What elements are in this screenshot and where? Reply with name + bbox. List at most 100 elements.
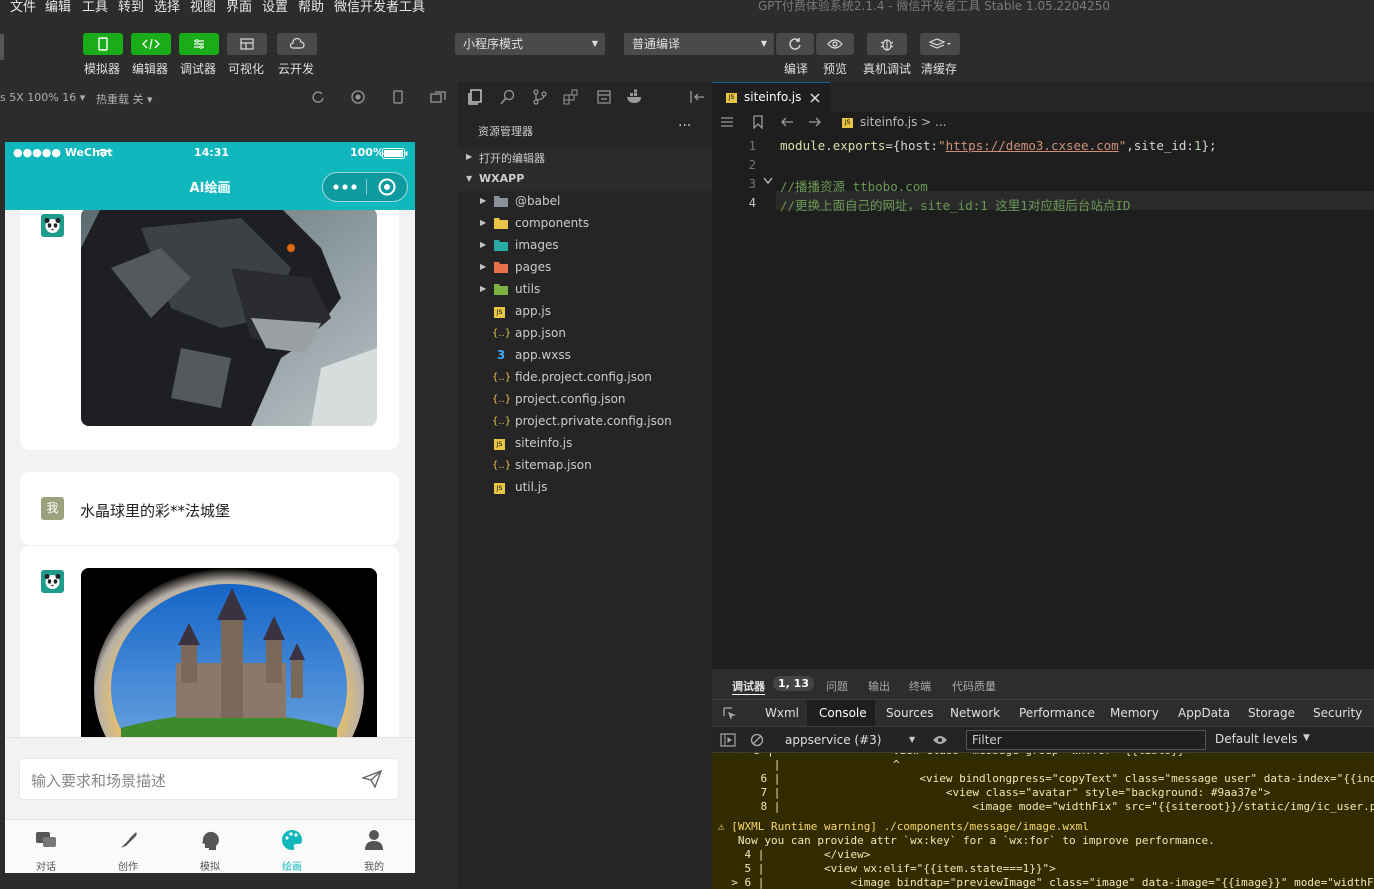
- clear-cache-button[interactable]: [920, 33, 960, 55]
- device-select[interactable]: s 5X 100% 16 ▾: [0, 91, 85, 104]
- git-icon[interactable]: [532, 89, 548, 105]
- tree-file[interactable]: 3 app.wxss: [458, 345, 712, 367]
- cloud-dev-button[interactable]: [277, 33, 317, 55]
- search-icon[interactable]: [500, 89, 516, 105]
- compile-select[interactable]: 普通编译 ▼: [624, 33, 774, 55]
- mode-select[interactable]: 小程序模式 ▼: [455, 33, 605, 55]
- tab-chat[interactable]: 对话: [5, 820, 87, 873]
- tab-debugger[interactable]: 调试器: [732, 678, 765, 695]
- tab-output[interactable]: 输出: [868, 678, 890, 694]
- rotate-icon[interactable]: [311, 90, 325, 104]
- tab-performance[interactable]: Performance: [1019, 706, 1095, 720]
- docker-icon[interactable]: [626, 89, 644, 105]
- preview-button[interactable]: [816, 33, 854, 55]
- prompt-input[interactable]: 输入要求和场景描述: [19, 758, 399, 800]
- tab-problems[interactable]: 问题: [826, 678, 848, 694]
- more-icon[interactable]: ···: [678, 118, 691, 134]
- tree-file[interactable]: JS siteinfo.js: [458, 433, 712, 455]
- tree-folder[interactable]: ▶ utils: [458, 279, 712, 301]
- generated-image[interactable]: [81, 210, 377, 426]
- clear-console-icon[interactable]: [750, 733, 764, 747]
- record-icon[interactable]: [351, 90, 365, 104]
- storage-icon[interactable]: [596, 89, 612, 105]
- tab-mine[interactable]: 我的: [333, 820, 415, 873]
- inspect-icon[interactable]: [722, 706, 738, 722]
- phone-icon[interactable]: [392, 90, 404, 104]
- tree-file[interactable]: {..} sitemap.json: [458, 455, 712, 477]
- remote-debug-button[interactable]: [867, 33, 907, 55]
- tree-folder[interactable]: ▶ components: [458, 213, 712, 235]
- tab-siteinfo-js[interactable]: JS siteinfo.js: [712, 82, 830, 112]
- tree-folder[interactable]: ▶ pages: [458, 257, 712, 279]
- filter-input[interactable]: Filter: [966, 730, 1206, 750]
- open-editors-label: 打开的编辑器: [479, 152, 545, 165]
- bookmark-icon[interactable]: [752, 115, 764, 129]
- menu-tools[interactable]: 工具: [82, 0, 108, 14]
- extensions-icon[interactable]: [563, 89, 579, 105]
- tab-code-quality[interactable]: 代码质量: [952, 678, 996, 694]
- eye-icon[interactable]: [932, 734, 948, 746]
- avatar[interactable]: [0, 34, 4, 60]
- arrow-right-icon[interactable]: [808, 116, 822, 128]
- tree-file[interactable]: {..} project.private.config.json: [458, 411, 712, 433]
- menu-select[interactable]: 选择: [154, 0, 180, 14]
- list-icon[interactable]: [720, 116, 734, 128]
- close-icon[interactable]: [378, 178, 396, 196]
- debugger-label: 调试器: [180, 62, 217, 76]
- fold-icon[interactable]: [763, 177, 773, 185]
- tree-folder[interactable]: ▶ images: [458, 235, 712, 257]
- workspace-root[interactable]: ▼ WXAPP: [458, 169, 712, 191]
- send-icon[interactable]: [362, 770, 382, 788]
- tab-network[interactable]: Network: [950, 706, 1000, 720]
- debugger-toggle-button[interactable]: [179, 33, 219, 55]
- tab-security[interactable]: Security: [1313, 706, 1362, 720]
- tree-file[interactable]: JS util.js: [458, 477, 712, 499]
- menu-goto[interactable]: 转到: [118, 0, 144, 14]
- context-select[interactable]: appservice (#3) ▼: [777, 730, 921, 750]
- tab-terminal[interactable]: 终端: [909, 678, 931, 694]
- window-icon[interactable]: [430, 90, 446, 104]
- code-line[interactable]: //播播资源 ttbobo.com: [780, 176, 928, 195]
- generated-image[interactable]: [81, 568, 377, 737]
- arrow-left-icon[interactable]: [780, 116, 794, 128]
- tab-simulate[interactable]: 模拟: [169, 820, 251, 873]
- tree-file[interactable]: {..} project.config.json: [458, 389, 712, 411]
- sidebar-toggle-icon[interactable]: [720, 733, 736, 747]
- menu-edit[interactable]: 编辑: [45, 0, 71, 14]
- code-line[interactable]: module.exports={host:"https://demo3.cxse…: [780, 138, 1217, 153]
- tab-memory[interactable]: Memory: [1110, 706, 1159, 720]
- menu-wechat-devtools[interactable]: 微信开发者工具: [334, 0, 425, 14]
- menu-help[interactable]: 帮助: [298, 0, 324, 14]
- levels-value: Default levels: [1215, 732, 1298, 746]
- compile-button[interactable]: [776, 33, 814, 55]
- tree-file[interactable]: {..} fide.project.config.json: [458, 367, 712, 389]
- menu-file[interactable]: 文件: [10, 0, 36, 14]
- more-icon[interactable]: [333, 184, 357, 190]
- files-icon[interactable]: [467, 89, 483, 105]
- simulator-toggle-button[interactable]: [83, 33, 123, 55]
- tab-paint[interactable]: 绘画: [251, 820, 333, 873]
- close-icon[interactable]: [810, 93, 820, 103]
- tab-wxml[interactable]: Wxml: [765, 706, 799, 720]
- menu-settings[interactable]: 设置: [262, 0, 288, 14]
- levels-select[interactable]: Default levels ▼: [1212, 730, 1312, 750]
- breadcrumb-path[interactable]: siteinfo.js > ...: [860, 115, 947, 129]
- visual-toggle-button[interactable]: [227, 33, 267, 55]
- menu-interface[interactable]: 界面: [226, 0, 252, 14]
- breadcrumb: JS siteinfo.js > ...: [712, 112, 1374, 134]
- hot-reload-select[interactable]: 热重载 关 ▾: [96, 91, 153, 107]
- menu-view[interactable]: 视图: [190, 0, 216, 14]
- user-message-text[interactable]: 水晶球里的彩**法城堡: [80, 500, 230, 521]
- tree-file[interactable]: JS app.js: [458, 301, 712, 323]
- tree-file[interactable]: {..} app.json: [458, 323, 712, 345]
- tab-console[interactable]: Console: [819, 706, 867, 720]
- tab-storage[interactable]: Storage: [1248, 706, 1295, 720]
- collapse-panel-icon[interactable]: [689, 90, 705, 104]
- tab-create[interactable]: 创作: [87, 820, 169, 873]
- code-line[interactable]: //更换上面自己的网址，site_id:1 这里1对应超后台站点ID: [780, 195, 1130, 214]
- open-editors-section[interactable]: ▶ 打开的编辑器: [458, 147, 712, 169]
- tab-sources[interactable]: Sources: [886, 706, 933, 720]
- tab-appdata[interactable]: AppData: [1178, 706, 1230, 720]
- editor-toggle-button[interactable]: [131, 33, 171, 55]
- tree-folder[interactable]: ▶ @babel: [458, 191, 712, 213]
